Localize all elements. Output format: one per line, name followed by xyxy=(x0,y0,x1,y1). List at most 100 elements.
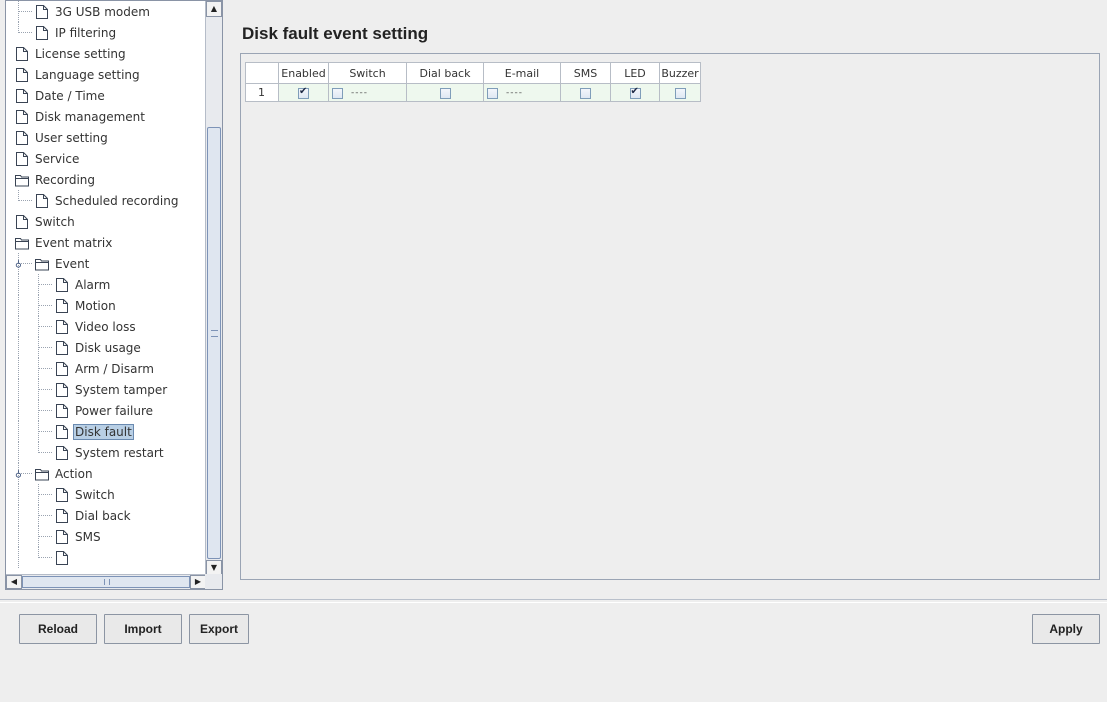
column-header-enabled[interactable]: Enabled xyxy=(278,62,329,84)
tree-connector xyxy=(18,32,32,33)
tree-item-disk-management[interactable]: Disk management xyxy=(6,106,206,127)
tree-item-service[interactable]: Service xyxy=(6,148,206,169)
import-button[interactable]: Import xyxy=(104,614,182,644)
tree-item-3g-usb-modem[interactable]: 3G USB modem xyxy=(6,1,206,22)
tree-item-motion[interactable]: Motion xyxy=(6,295,206,316)
vertical-scroll-thumb[interactable] xyxy=(207,127,221,559)
page-icon xyxy=(34,4,50,20)
tree-node[interactable]: Arm / Disarm xyxy=(54,359,156,378)
tree-item-ip-filtering[interactable]: IP filtering xyxy=(6,22,206,43)
tree-node-label: Arm / Disarm xyxy=(75,361,154,376)
column-header-sms[interactable]: SMS xyxy=(560,62,611,84)
enabled-checkbox[interactable] xyxy=(298,86,309,99)
tree-item-action[interactable]: ⚲ Action xyxy=(6,463,206,484)
tree-node[interactable]: Event xyxy=(34,254,91,273)
tree-node[interactable]: Event matrix xyxy=(14,233,114,252)
tree-item-sms[interactable]: SMS xyxy=(6,526,206,547)
column-header-buzzer[interactable]: Buzzer xyxy=(659,62,701,84)
scroll-right-arrow-icon[interactable]: ▶ xyxy=(190,575,206,589)
tree-node[interactable]: Alarm xyxy=(54,275,112,294)
tree-node[interactable]: SMS xyxy=(54,527,103,546)
expand-toggle-icon[interactable]: ⚲ xyxy=(14,258,23,268)
tree-item-switch[interactable]: Switch xyxy=(6,211,206,232)
tree-node[interactable]: System tamper xyxy=(54,380,169,399)
tree-node-label: Language setting xyxy=(35,67,140,82)
scroll-up-arrow-icon[interactable]: ▲ xyxy=(206,1,222,17)
tree-item-recording[interactable]: Recording xyxy=(6,169,206,190)
tree-item-disk-fault[interactable]: Disk fault xyxy=(6,421,206,442)
horizontal-scroll-thumb[interactable] xyxy=(22,576,190,588)
reload-button[interactable]: Reload xyxy=(19,614,97,644)
tree-item-system-restart[interactable]: System restart xyxy=(6,442,206,463)
column-header-dial-back[interactable]: Dial back xyxy=(406,62,484,84)
tree-node[interactable]: Power failure xyxy=(54,401,155,420)
tree-item-dial-back[interactable]: Dial back xyxy=(6,505,206,526)
tree-node[interactable]: Disk fault xyxy=(54,422,134,441)
tree-vertical-scrollbar[interactable]: ▲ ▼ xyxy=(205,1,222,576)
tree-connector xyxy=(38,484,39,505)
tree-item-license-setting[interactable]: License setting xyxy=(6,43,206,64)
export-button[interactable]: Export xyxy=(189,614,249,644)
dial-back-checkbox[interactable] xyxy=(439,87,451,99)
tree-item-system-tamper[interactable]: System tamper xyxy=(6,379,206,400)
tree-item-alarm[interactable]: Alarm xyxy=(6,274,206,295)
tree-node-label: Disk management xyxy=(35,109,145,124)
tree-node[interactable]: Service xyxy=(14,149,81,168)
tree-node[interactable]: Action xyxy=(34,464,95,483)
tree-item-user-setting[interactable]: User setting xyxy=(6,127,206,148)
tree-node[interactable]: User setting xyxy=(14,128,110,147)
tree-node[interactable]: 3G USB modem xyxy=(34,2,152,21)
tree-node[interactable]: Video loss xyxy=(54,317,138,336)
tree-node[interactable]: Switch xyxy=(54,485,117,504)
tree-item-more[interactable] xyxy=(6,547,206,568)
tree-node[interactable]: Scheduled recording xyxy=(34,191,180,210)
expand-toggle-icon[interactable]: ⚲ xyxy=(14,468,23,478)
switch-value[interactable]: ---- xyxy=(351,88,368,98)
tree-node[interactable]: Recording xyxy=(14,170,97,189)
tree-item-scheduled-recording[interactable]: Scheduled recording xyxy=(6,190,206,211)
switch-checkbox[interactable] xyxy=(332,87,343,99)
tree-item-event[interactable]: ⚲ Event xyxy=(6,253,206,274)
grip-icon xyxy=(211,330,218,337)
led-checkbox[interactable] xyxy=(629,86,641,99)
tree-connector xyxy=(18,1,19,22)
tree-item-language-setting[interactable]: Language setting xyxy=(6,64,206,85)
tree-item-arm-disarm[interactable]: Arm / Disarm xyxy=(6,358,206,379)
tree-item-disk-usage[interactable]: Disk usage xyxy=(6,337,206,358)
sms-checkbox[interactable] xyxy=(580,87,591,99)
email-value[interactable]: ---- xyxy=(506,88,523,98)
tree-node[interactable]: Date / Time xyxy=(14,86,107,105)
tree-node[interactable]: System restart xyxy=(54,443,166,462)
tree-node[interactable]: Dial back xyxy=(54,506,133,525)
tree-node[interactable]: Switch xyxy=(14,212,77,231)
tree-connector xyxy=(18,505,19,526)
tree-node[interactable]: Disk management xyxy=(14,107,147,126)
column-header-email[interactable]: E-mail xyxy=(483,62,561,84)
tree-item-event-matrix[interactable]: Event matrix xyxy=(6,232,206,253)
tree-horizontal-scrollbar[interactable]: ◀ ▶ xyxy=(6,574,206,589)
column-header-led[interactable]: LED xyxy=(610,62,660,84)
column-header-switch[interactable]: Switch xyxy=(328,62,407,84)
grip-icon xyxy=(104,579,110,585)
tree-item-switch[interactable]: Switch xyxy=(6,484,206,505)
tree-item-date-time[interactable]: Date / Time xyxy=(6,85,206,106)
tree-node[interactable] xyxy=(54,548,73,567)
scroll-left-arrow-icon[interactable]: ◀ xyxy=(6,575,22,589)
email-checkbox[interactable] xyxy=(487,87,498,99)
tree-node-label: Event xyxy=(55,256,90,271)
tree-connector xyxy=(18,295,19,316)
tree-connector xyxy=(18,442,19,463)
tree-node[interactable]: Motion xyxy=(54,296,118,315)
buzzer-checkbox[interactable] xyxy=(674,87,686,99)
event-table-panel: Enabled Switch Dial back E-mail SMS LED … xyxy=(240,53,1100,580)
page-icon xyxy=(54,319,70,335)
tree-item-power-failure[interactable]: Power failure xyxy=(6,400,206,421)
tree-connector xyxy=(18,421,19,442)
tree-node[interactable]: Language setting xyxy=(14,65,142,84)
tree-node[interactable]: Disk usage xyxy=(54,338,143,357)
tree-node[interactable]: IP filtering xyxy=(34,23,118,42)
apply-button[interactable]: Apply xyxy=(1032,614,1100,644)
tree-node[interactable]: License setting xyxy=(14,44,128,63)
tree-item-video-loss[interactable]: Video loss xyxy=(6,316,206,337)
tree-connector xyxy=(38,442,39,453)
